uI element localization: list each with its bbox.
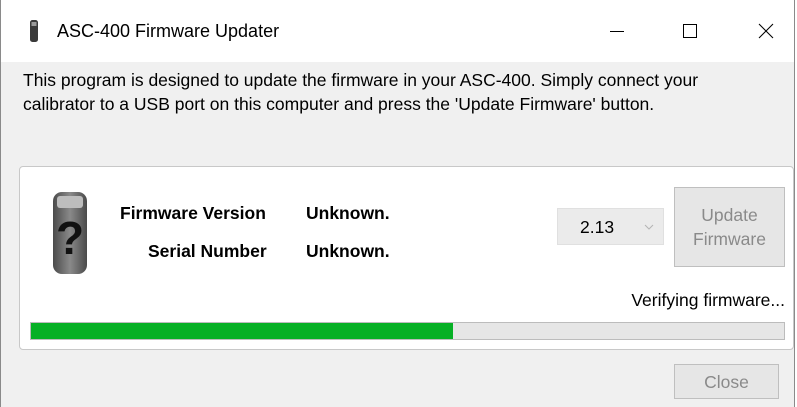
close-icon	[758, 23, 774, 39]
firmware-version-selected: 2.13	[580, 217, 615, 237]
window-title: ASC-400 Firmware Updater	[57, 21, 280, 41]
minimize-button[interactable]	[585, 0, 649, 62]
progress-bar-fill	[31, 323, 453, 339]
close-window-button[interactable]	[734, 0, 797, 62]
firmware-version-select[interactable]: 2.13	[557, 208, 664, 245]
maximize-icon	[683, 24, 697, 38]
serial-number-label: Serial Number	[148, 241, 267, 261]
firmware-updater-window: ASC-400 Firmware Updater This program is…	[0, 0, 795, 407]
serial-number-value: Unknown.	[306, 241, 390, 261]
progress-bar	[30, 322, 785, 340]
firmware-version-label: Firmware Version	[120, 203, 266, 223]
update-button-line2: Firmware	[693, 229, 766, 249]
device-icon	[30, 20, 38, 42]
update-firmware-button[interactable]: Update Firmware	[674, 187, 785, 267]
minimize-icon	[610, 31, 624, 32]
firmware-version-value: Unknown.	[306, 203, 390, 223]
svg-text:?: ?	[56, 212, 84, 264]
update-button-line1: Update	[701, 205, 758, 225]
unknown-device-icon: ?	[53, 192, 87, 274]
title-bar[interactable]: ASC-400 Firmware Updater	[1, 0, 794, 62]
content-area: This program is designed to update the f…	[1, 62, 794, 407]
close-button[interactable]: Close	[674, 364, 779, 399]
status-text: Verifying firmware...	[631, 290, 785, 310]
chevron-down-icon	[644, 224, 654, 230]
device-panel: ? Firmware Version Unknown. Serial Numbe…	[19, 166, 794, 350]
description-text: This program is designed to update the f…	[23, 70, 699, 114]
maximize-button[interactable]	[658, 0, 722, 62]
